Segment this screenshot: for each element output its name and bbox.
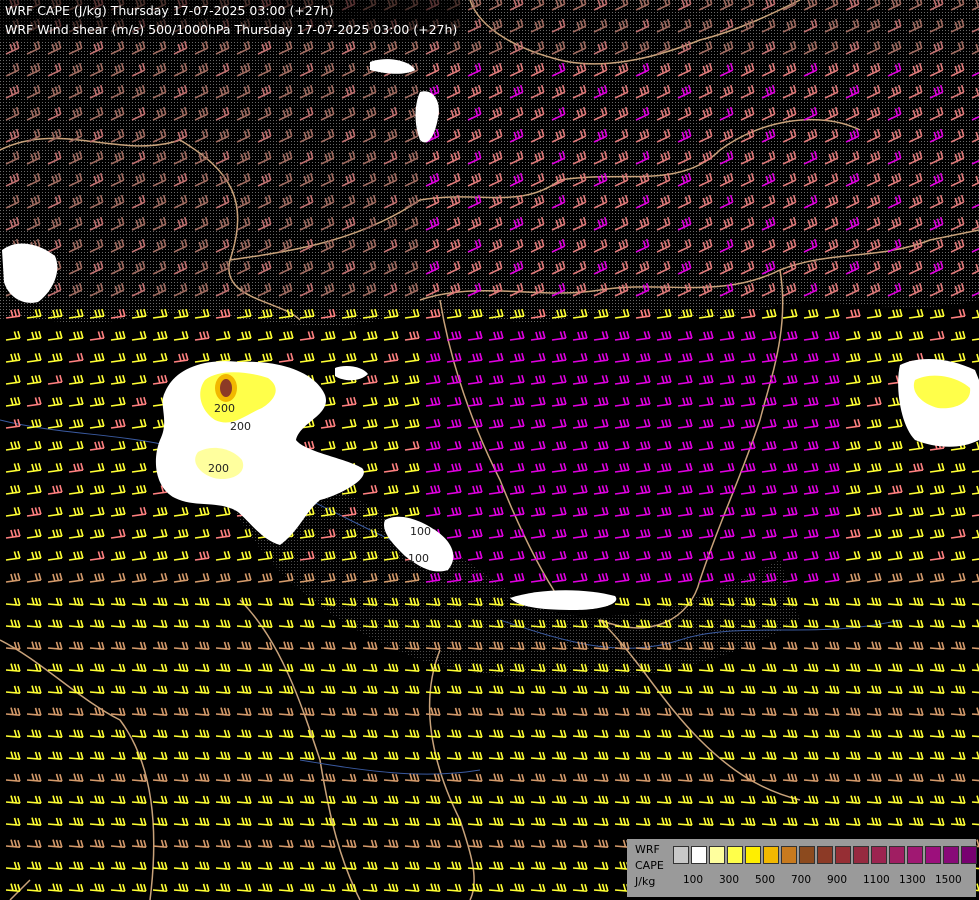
legend-swatch: [871, 846, 887, 864]
legend-tick-label: 1500: [935, 874, 962, 886]
legend-tick-label: 900: [827, 874, 848, 886]
legend-tick-label: 1100: [863, 874, 890, 886]
legend-swatch: [943, 846, 959, 864]
legend-unit: J/kg: [635, 875, 656, 888]
title-line-shear: WRF Wind shear (m/s) 500/1000hPa Thursda…: [5, 22, 458, 37]
legend-swatch: [727, 846, 743, 864]
legend-swatch: [853, 846, 869, 864]
legend-title-2: CAPE: [635, 859, 664, 872]
legend-swatch: [907, 846, 923, 864]
legend-swatch: [889, 846, 905, 864]
legend-swatch: [799, 846, 815, 864]
weather-map[interactable]: 200 200 200 100 100: [0, 0, 979, 900]
legend-swatch: [763, 846, 779, 864]
legend-swatch: [835, 846, 851, 864]
contour-label: 100: [408, 552, 429, 565]
legend-swatch: [691, 846, 707, 864]
legend-tick-label: 100: [683, 874, 704, 886]
legend-tick-label: 500: [755, 874, 776, 886]
title-line-cape: WRF CAPE (J/kg) Thursday 17-07-2025 03:0…: [5, 3, 334, 18]
legend-tick-label: 1300: [899, 874, 926, 886]
cape-legend: WRF CAPE J/kg 100 300 500 700 900 1100 1300 150…: [627, 839, 977, 897]
legend-swatch: [673, 846, 689, 864]
map-title: WRF CAPE (J/kg) Thursday 17-07-2025 03:0…: [0, 0, 462, 40]
cape-core-brown: [220, 379, 232, 397]
legend-title-1: WRF: [635, 843, 660, 856]
legend-tick-label: 700: [791, 874, 812, 886]
contour-label: 200: [214, 402, 235, 415]
legend-swatch: [745, 846, 761, 864]
contour-label: 100: [410, 525, 431, 538]
contour-label: 200: [208, 462, 229, 475]
legend-swatch: [817, 846, 833, 864]
legend-swatch: [781, 846, 797, 864]
legend-swatch: [709, 846, 725, 864]
legend-swatch: [961, 846, 977, 864]
legend-swatch: [925, 846, 941, 864]
legend-tick-label: 300: [719, 874, 740, 886]
contour-label: 200: [230, 420, 251, 433]
